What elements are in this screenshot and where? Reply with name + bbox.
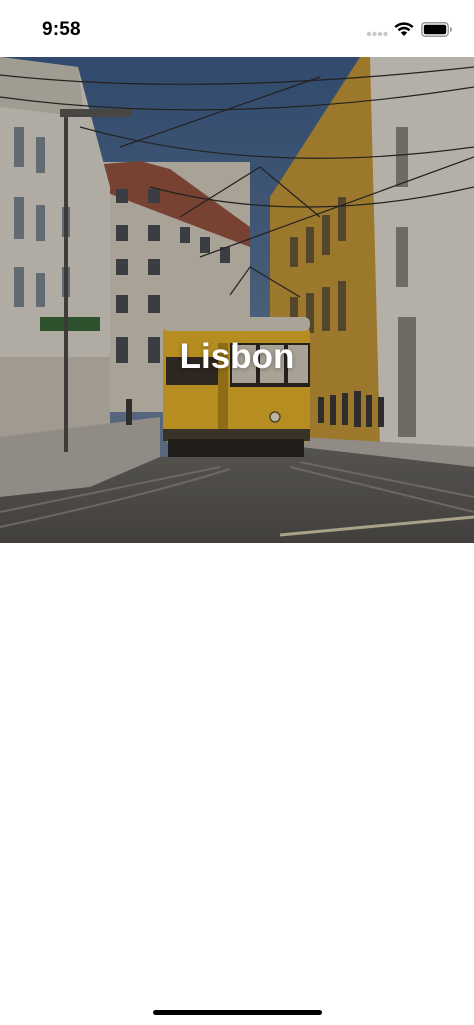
status-time: 9:58 <box>42 19 81 40</box>
hero-title: Lisbon <box>179 337 295 376</box>
wifi-icon <box>394 22 414 36</box>
battery-icon <box>421 22 452 37</box>
tram-street-photo <box>0 57 474 543</box>
status-bar: 9:58 <box>0 0 474 58</box>
home-indicator[interactable] <box>153 1010 322 1015</box>
signal-icon <box>366 31 388 37</box>
hero-image: Lisbon <box>0 57 474 543</box>
